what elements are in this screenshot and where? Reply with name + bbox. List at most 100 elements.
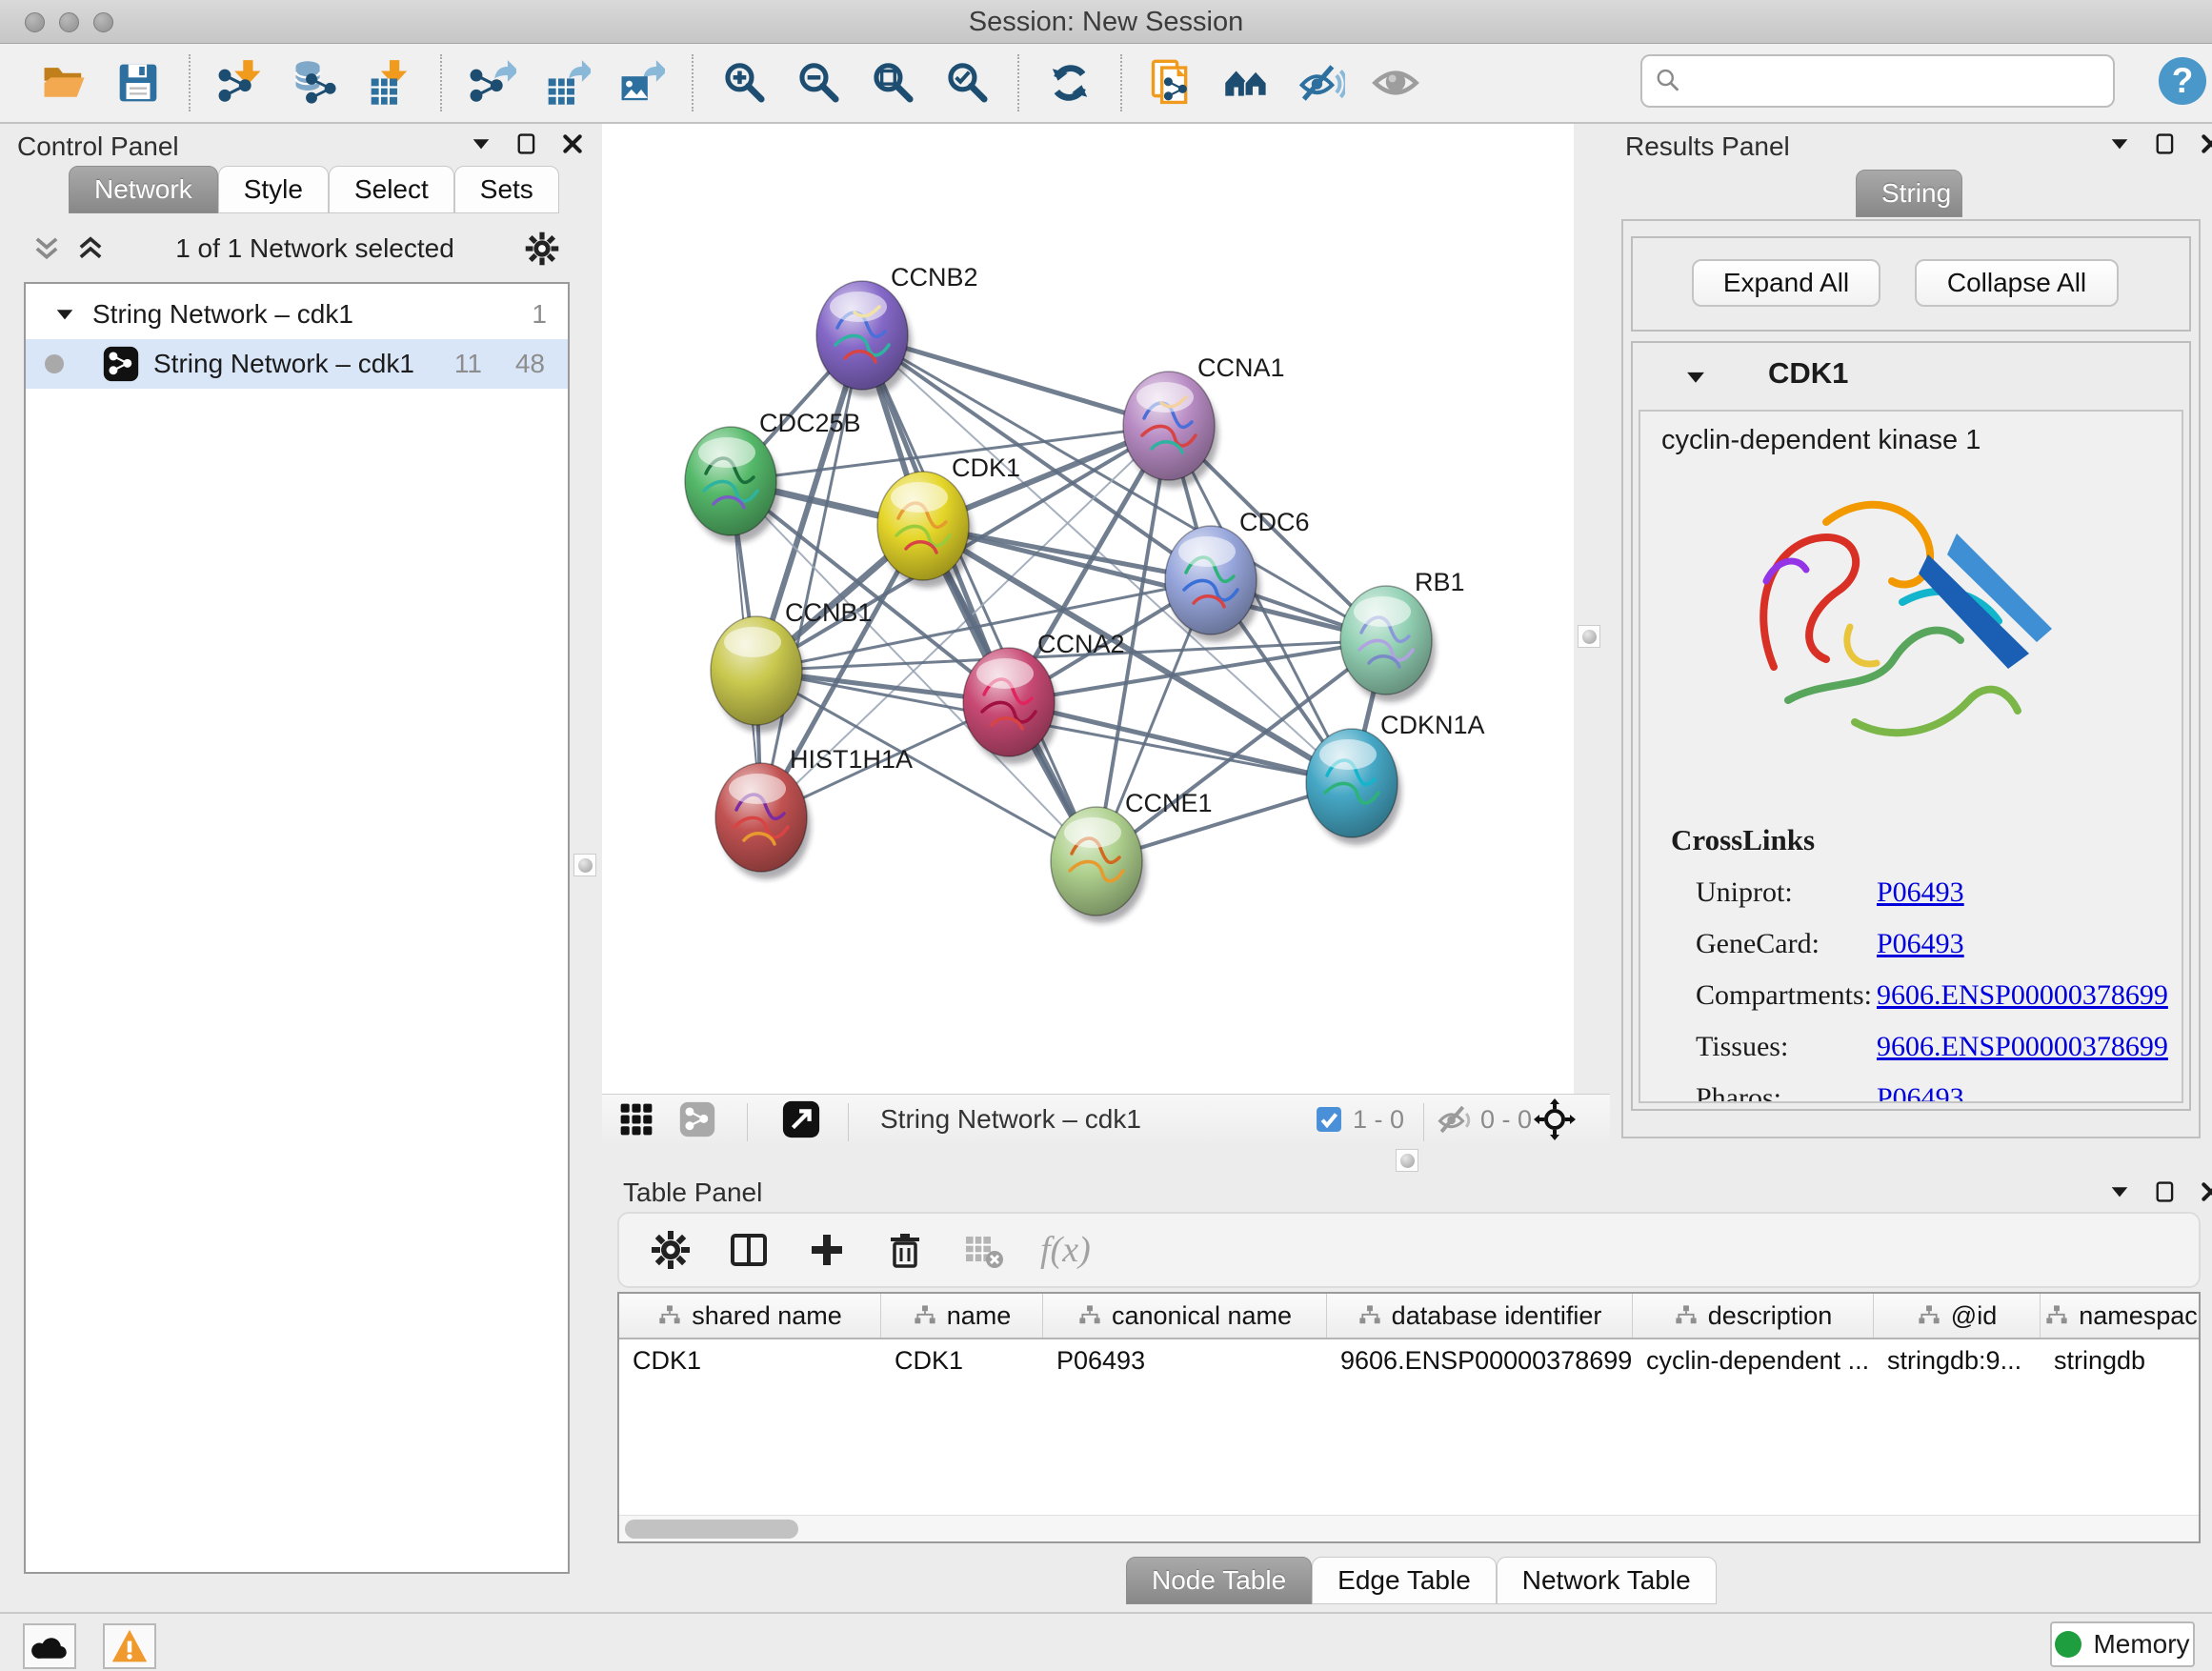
show-panels-button[interactable]	[1368, 55, 1423, 111]
home-button[interactable]	[1219, 55, 1275, 111]
network-node-CCNA1[interactable]: CCNA1	[1123, 353, 1285, 488]
column-header-canonical-name[interactable]: canonical name	[1043, 1294, 1327, 1338]
trash-icon[interactable]	[884, 1229, 926, 1271]
table-cell[interactable]: CDK1	[881, 1339, 1043, 1381]
column-header-namespac[interactable]: namespac	[2041, 1294, 2201, 1338]
table-cell[interactable]: stringdb:9...	[1874, 1339, 2041, 1381]
warnings-button[interactable]	[103, 1623, 156, 1669]
expand-all-networks-icon[interactable]	[75, 233, 106, 264]
table-row[interactable]: CDK1CDK1P064939606.ENSP00000378699cyclin…	[619, 1339, 2199, 1381]
memory-button[interactable]: Memory	[2050, 1621, 2195, 1667]
crosslink-value-link[interactable]: P06493	[1877, 1082, 1964, 1103]
open-session-button[interactable]	[36, 55, 91, 111]
collapse-all-button[interactable]: Collapse All	[1915, 259, 2119, 307]
network-node-CCNE1[interactable]: CCNE1	[1051, 789, 1213, 923]
zoom-window-button[interactable]	[93, 12, 113, 32]
gear-icon[interactable]	[650, 1229, 692, 1271]
expand-all-button[interactable]: Expand All	[1692, 259, 1880, 307]
hidden-items-icon[interactable]	[1437, 1101, 1473, 1137]
crosslink-value-link[interactable]: P06493	[1877, 876, 1964, 909]
save-session-button[interactable]	[111, 55, 166, 111]
table-cell[interactable]: cyclin-dependent ...	[1633, 1339, 1874, 1381]
column-header-name[interactable]: name	[881, 1294, 1043, 1338]
table-cell[interactable]: stringdb	[2041, 1339, 2201, 1381]
network-collection-row[interactable]: String Network – cdk1 1	[26, 290, 568, 339]
open-in-browser-icon[interactable]	[781, 1099, 821, 1139]
column-header-id[interactable]: @id	[1874, 1294, 2041, 1338]
close-panel-icon[interactable]	[2199, 1179, 2212, 1209]
table-cell[interactable]: 9606.ENSP00000378699	[1327, 1339, 1633, 1381]
network-node-HIST1H1A[interactable]: HIST1H1A	[715, 745, 913, 879]
network-node-CDKN1A[interactable]: CDKN1A	[1306, 711, 1485, 845]
export-image-button[interactable]	[613, 55, 669, 111]
network-overview-icon[interactable]	[678, 1100, 716, 1138]
left-splitter-handle[interactable]	[573, 854, 596, 876]
network-node-CCNB2[interactable]: CCNB2	[816, 263, 978, 397]
network-node-CDC6[interactable]: CDC6	[1165, 508, 1310, 642]
tab-node-table[interactable]: Node Table	[1126, 1557, 1312, 1604]
close-window-button[interactable]	[25, 12, 45, 32]
column-header-description[interactable]: description	[1633, 1294, 1874, 1338]
crosslink-value-link[interactable]: P06493	[1877, 928, 1964, 960]
float-panel-icon[interactable]	[2153, 1179, 2178, 1209]
tab-network[interactable]: Network	[69, 166, 218, 213]
network-options-gear-icon[interactable]	[524, 231, 560, 267]
table-cell[interactable]: P06493	[1043, 1339, 1327, 1381]
tab-network-table[interactable]: Network Table	[1497, 1557, 1717, 1604]
tab-sets[interactable]: Sets	[454, 166, 559, 213]
import-table-from-file-button[interactable]	[362, 55, 417, 111]
clone-network-button[interactable]	[1145, 55, 1200, 111]
close-panel-icon[interactable]	[2199, 131, 2212, 161]
tab-string[interactable]: String	[1856, 170, 1962, 217]
panel-menu-icon[interactable]	[2107, 131, 2132, 161]
float-panel-icon[interactable]	[2153, 131, 2178, 161]
import-network-from-database-button[interactable]	[288, 55, 343, 111]
column-header-database-identifier[interactable]: database identifier	[1327, 1294, 1633, 1338]
table-cell[interactable]: CDK1	[619, 1339, 881, 1381]
network-canvas[interactable]: CCNB2 CCNA1 CDC25B CDK1 CDC6 RB1 CCNB1	[602, 124, 1574, 1094]
panel-menu-icon[interactable]	[2107, 1179, 2132, 1209]
cloud-status-button[interactable]	[23, 1623, 76, 1669]
scrollbar-thumb[interactable]	[625, 1520, 798, 1539]
tab-style[interactable]: Style	[218, 166, 329, 213]
tree-expander-icon[interactable]	[52, 302, 77, 327]
minimize-window-button[interactable]	[59, 12, 79, 32]
columns-icon[interactable]	[728, 1229, 770, 1271]
crosslink-value-link[interactable]: 9606.ENSP00000378699	[1877, 1031, 2168, 1063]
search-input[interactable]	[1690, 67, 2113, 96]
zoom-fit-button[interactable]	[865, 55, 920, 111]
close-panel-icon[interactable]	[560, 131, 585, 161]
plus-icon[interactable]	[806, 1229, 848, 1271]
import-network-from-file-button[interactable]	[213, 55, 269, 111]
network-node-CDK1[interactable]: CDK1	[877, 453, 1020, 588]
network-node-CDC25B[interactable]: CDC25B	[685, 409, 861, 543]
zoom-in-button[interactable]	[716, 55, 772, 111]
float-panel-icon[interactable]	[514, 131, 539, 161]
export-table-button[interactable]	[539, 55, 594, 111]
zoom-out-button[interactable]	[791, 55, 846, 111]
birds-eye-view-icon[interactable]	[617, 1100, 655, 1138]
crosslink-value-link[interactable]: 9606.ENSP00000378699	[1877, 979, 2168, 1012]
section-expander-icon[interactable]	[1682, 364, 1709, 391]
network-row[interactable]: String Network – cdk1 11 48	[26, 339, 568, 389]
horizontal-scrollbar[interactable]	[619, 1515, 2199, 1541]
refresh-network-button[interactable]	[1042, 55, 1097, 111]
tab-edge-table[interactable]: Edge Table	[1312, 1557, 1497, 1604]
network-edge-CCNB2-CCNE1[interactable]	[862, 335, 1096, 861]
search-box[interactable]	[1640, 54, 2115, 108]
export-network-button[interactable]	[465, 55, 520, 111]
zoom-selected-button[interactable]	[939, 55, 995, 111]
hide-panels-button[interactable]	[1294, 55, 1349, 111]
selected-items-checkbox[interactable]	[1315, 1105, 1343, 1134]
tab-select[interactable]: Select	[329, 166, 454, 213]
network-node-RB1[interactable]: RB1	[1340, 568, 1465, 702]
help-button[interactable]: ?	[2155, 53, 2210, 109]
right-splitter-handle[interactable]	[1578, 625, 1600, 648]
table-panel-tabs: Node TableEdge TableNetwork Table	[1126, 1557, 1717, 1604]
column-header-shared-name[interactable]: shared name	[619, 1294, 881, 1338]
horizontal-splitter-handle[interactable]	[1396, 1149, 1418, 1172]
network-edge-CCNA2-CDKN1A[interactable]	[1009, 702, 1352, 783]
collapse-all-networks-icon[interactable]	[31, 233, 62, 264]
panel-menu-icon[interactable]	[469, 131, 493, 161]
fit-content-crosshair-icon[interactable]	[1534, 1098, 1576, 1140]
